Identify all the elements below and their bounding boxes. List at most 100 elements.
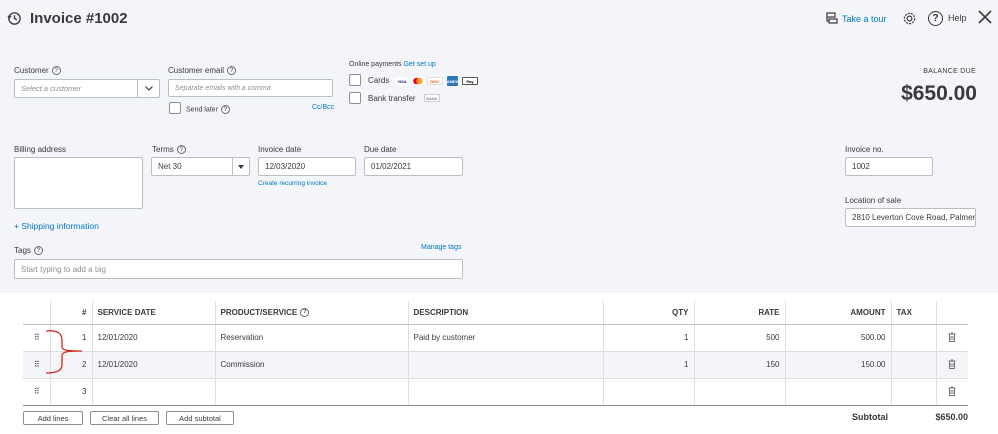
description-cell[interactable]	[407, 351, 603, 379]
close-icon[interactable]	[978, 9, 992, 30]
caret-down-icon[interactable]	[232, 158, 249, 175]
discover-logo: DISC	[427, 77, 443, 85]
add-subtotal-button[interactable]: Add subtotal	[166, 411, 234, 425]
chevron-down-icon[interactable]	[137, 80, 159, 97]
terms-select[interactable]: Net 30	[151, 157, 250, 176]
amount-cell[interactable]: 500.00	[784, 324, 891, 352]
subtotal-value: $650.00	[935, 412, 968, 422]
drag-handle-icon[interactable]: ⠿	[23, 378, 50, 406]
table-row[interactable]: ⠿ 1 12/01/2020 Reservation Paid by custo…	[23, 324, 968, 352]
location-of-sale-label: Location of sale	[845, 196, 902, 205]
amount-cell[interactable]	[784, 378, 891, 406]
visa-logo: VISA	[395, 77, 409, 85]
cards-label: Cards	[368, 76, 390, 85]
page-title: Invoice #1002	[30, 10, 128, 27]
trash-icon[interactable]	[935, 351, 968, 379]
shipping-information-link[interactable]: + Shipping information	[14, 221, 99, 231]
tax-cell[interactable]	[890, 351, 936, 379]
terms-value: Net 30	[158, 162, 182, 171]
balance-due-amount: $650.00	[901, 82, 977, 105]
column-header-tax: TAX	[890, 301, 936, 325]
service-date-cell[interactable]: 12/01/2020	[91, 351, 215, 379]
amount-cell[interactable]: 150.00	[784, 351, 891, 379]
trash-icon[interactable]	[935, 324, 968, 352]
send-later-label: Send later?	[186, 105, 230, 114]
description-cell[interactable]: Paid by customer	[407, 324, 603, 352]
product-service-cell[interactable]	[214, 378, 408, 406]
mastercard-logo	[411, 77, 425, 85]
rate-cell[interactable]: 150	[693, 351, 785, 379]
trash-icon[interactable]	[935, 378, 968, 406]
customer-email-input[interactable]: Separate emails with a comma	[168, 79, 333, 97]
description-cell[interactable]	[407, 378, 603, 406]
take-tour-link[interactable]: Take a tour	[842, 14, 887, 24]
send-later-checkbox[interactable]	[169, 102, 181, 114]
history-icon[interactable]	[7, 11, 22, 31]
invoice-date-input[interactable]: 12/03/2020	[258, 157, 356, 176]
subtotal-label: Subtotal	[852, 412, 888, 422]
product-service-cell[interactable]: Commission	[214, 351, 408, 379]
amex-logo: AMEX	[447, 76, 458, 86]
column-header-amount: AMOUNT	[784, 301, 891, 325]
product-service-cell[interactable]: Reservation	[214, 324, 408, 352]
table-header-row: # SERVICE DATE PRODUCT/SERVICE? DESCRIPT…	[23, 301, 968, 325]
location-of-sale-input[interactable]: 2810 Leverton Cove Road, Palmer	[845, 208, 976, 227]
terms-label: Terms?	[152, 145, 186, 155]
help-circle-icon[interactable]: ?	[227, 66, 237, 76]
clear-all-lines-button[interactable]: Clear all lines	[90, 411, 159, 425]
help-circle-icon[interactable]: ?	[51, 66, 61, 76]
rate-cell[interactable]	[693, 378, 785, 406]
help-circle-icon[interactable]: ?	[220, 105, 230, 114]
tax-cell[interactable]	[890, 324, 936, 352]
customer-placeholder: Select a customer	[21, 84, 82, 93]
tax-cell[interactable]	[890, 378, 936, 406]
help-label[interactable]: Help	[948, 13, 967, 23]
add-lines-button[interactable]: Add lines	[23, 411, 83, 425]
bank-transfer-label: Bank transfer	[368, 94, 416, 103]
billing-address-label: Billing address	[14, 145, 67, 154]
invoice-date-label: Invoice date	[258, 145, 302, 154]
invoice-no-label: Invoice no.	[845, 145, 884, 154]
column-header-rate: RATE	[693, 301, 785, 325]
apple-pay-logo: Pay	[462, 77, 478, 85]
column-header-number: #	[49, 301, 92, 325]
due-date-input[interactable]: 01/02/2021	[364, 157, 463, 176]
column-header-description: DESCRIPTION	[407, 301, 603, 325]
customer-label: Customer?	[14, 66, 61, 76]
tags-input[interactable]: Start typing to add a tag	[14, 259, 463, 279]
due-date-label: Due date	[364, 145, 397, 154]
bank-transfer-checkbox[interactable]	[349, 92, 361, 104]
invoice-no-input[interactable]: 1002	[845, 157, 933, 176]
row-number: 3	[49, 378, 92, 406]
cc-bcc-link[interactable]: Cc/Bcc	[312, 104, 334, 111]
billing-address-textarea[interactable]	[14, 157, 143, 209]
service-date-cell[interactable]: 12/01/2020	[91, 324, 215, 352]
tour-icon[interactable]	[826, 12, 838, 30]
help-circle-icon[interactable]: ?	[33, 246, 43, 256]
delete-column-header	[935, 301, 968, 325]
service-date-cell[interactable]	[91, 378, 215, 406]
get-set-up-link[interactable]: Get set up	[403, 61, 435, 68]
create-recurring-invoice-link[interactable]: Create recurring invoice	[258, 180, 327, 187]
cards-checkbox[interactable]	[349, 74, 361, 86]
balance-due-label: BALANCE DUE	[923, 68, 976, 75]
table-row[interactable]: ⠿ 3	[23, 378, 968, 406]
drag-column-header	[23, 301, 50, 325]
help-circle-icon[interactable]: ?	[176, 145, 186, 155]
qty-cell[interactable]	[602, 378, 694, 406]
online-payments-label: Online payments Get set up	[349, 61, 436, 68]
line-items-table: # SERVICE DATE PRODUCT/SERVICE? DESCRIPT…	[23, 301, 968, 406]
manage-tags-link[interactable]: Manage tags	[421, 244, 461, 251]
rate-cell[interactable]: 500	[693, 324, 785, 352]
qty-cell[interactable]: 1	[602, 324, 694, 352]
qty-cell[interactable]: 1	[602, 351, 694, 379]
customer-email-label: Customer email?	[168, 66, 237, 76]
help-circle-icon[interactable]: ?	[300, 307, 310, 317]
customer-select[interactable]: Select a customer	[14, 79, 160, 98]
gear-icon[interactable]	[902, 11, 917, 31]
help-icon[interactable]: ?	[928, 11, 943, 26]
red-bracket-annotation	[44, 329, 86, 380]
column-header-service-date: SERVICE DATE	[91, 301, 215, 325]
table-row[interactable]: ⠿ 2 12/01/2020 Commission 1 150 150.00	[23, 351, 968, 379]
bank-logo: BANK	[424, 94, 440, 102]
